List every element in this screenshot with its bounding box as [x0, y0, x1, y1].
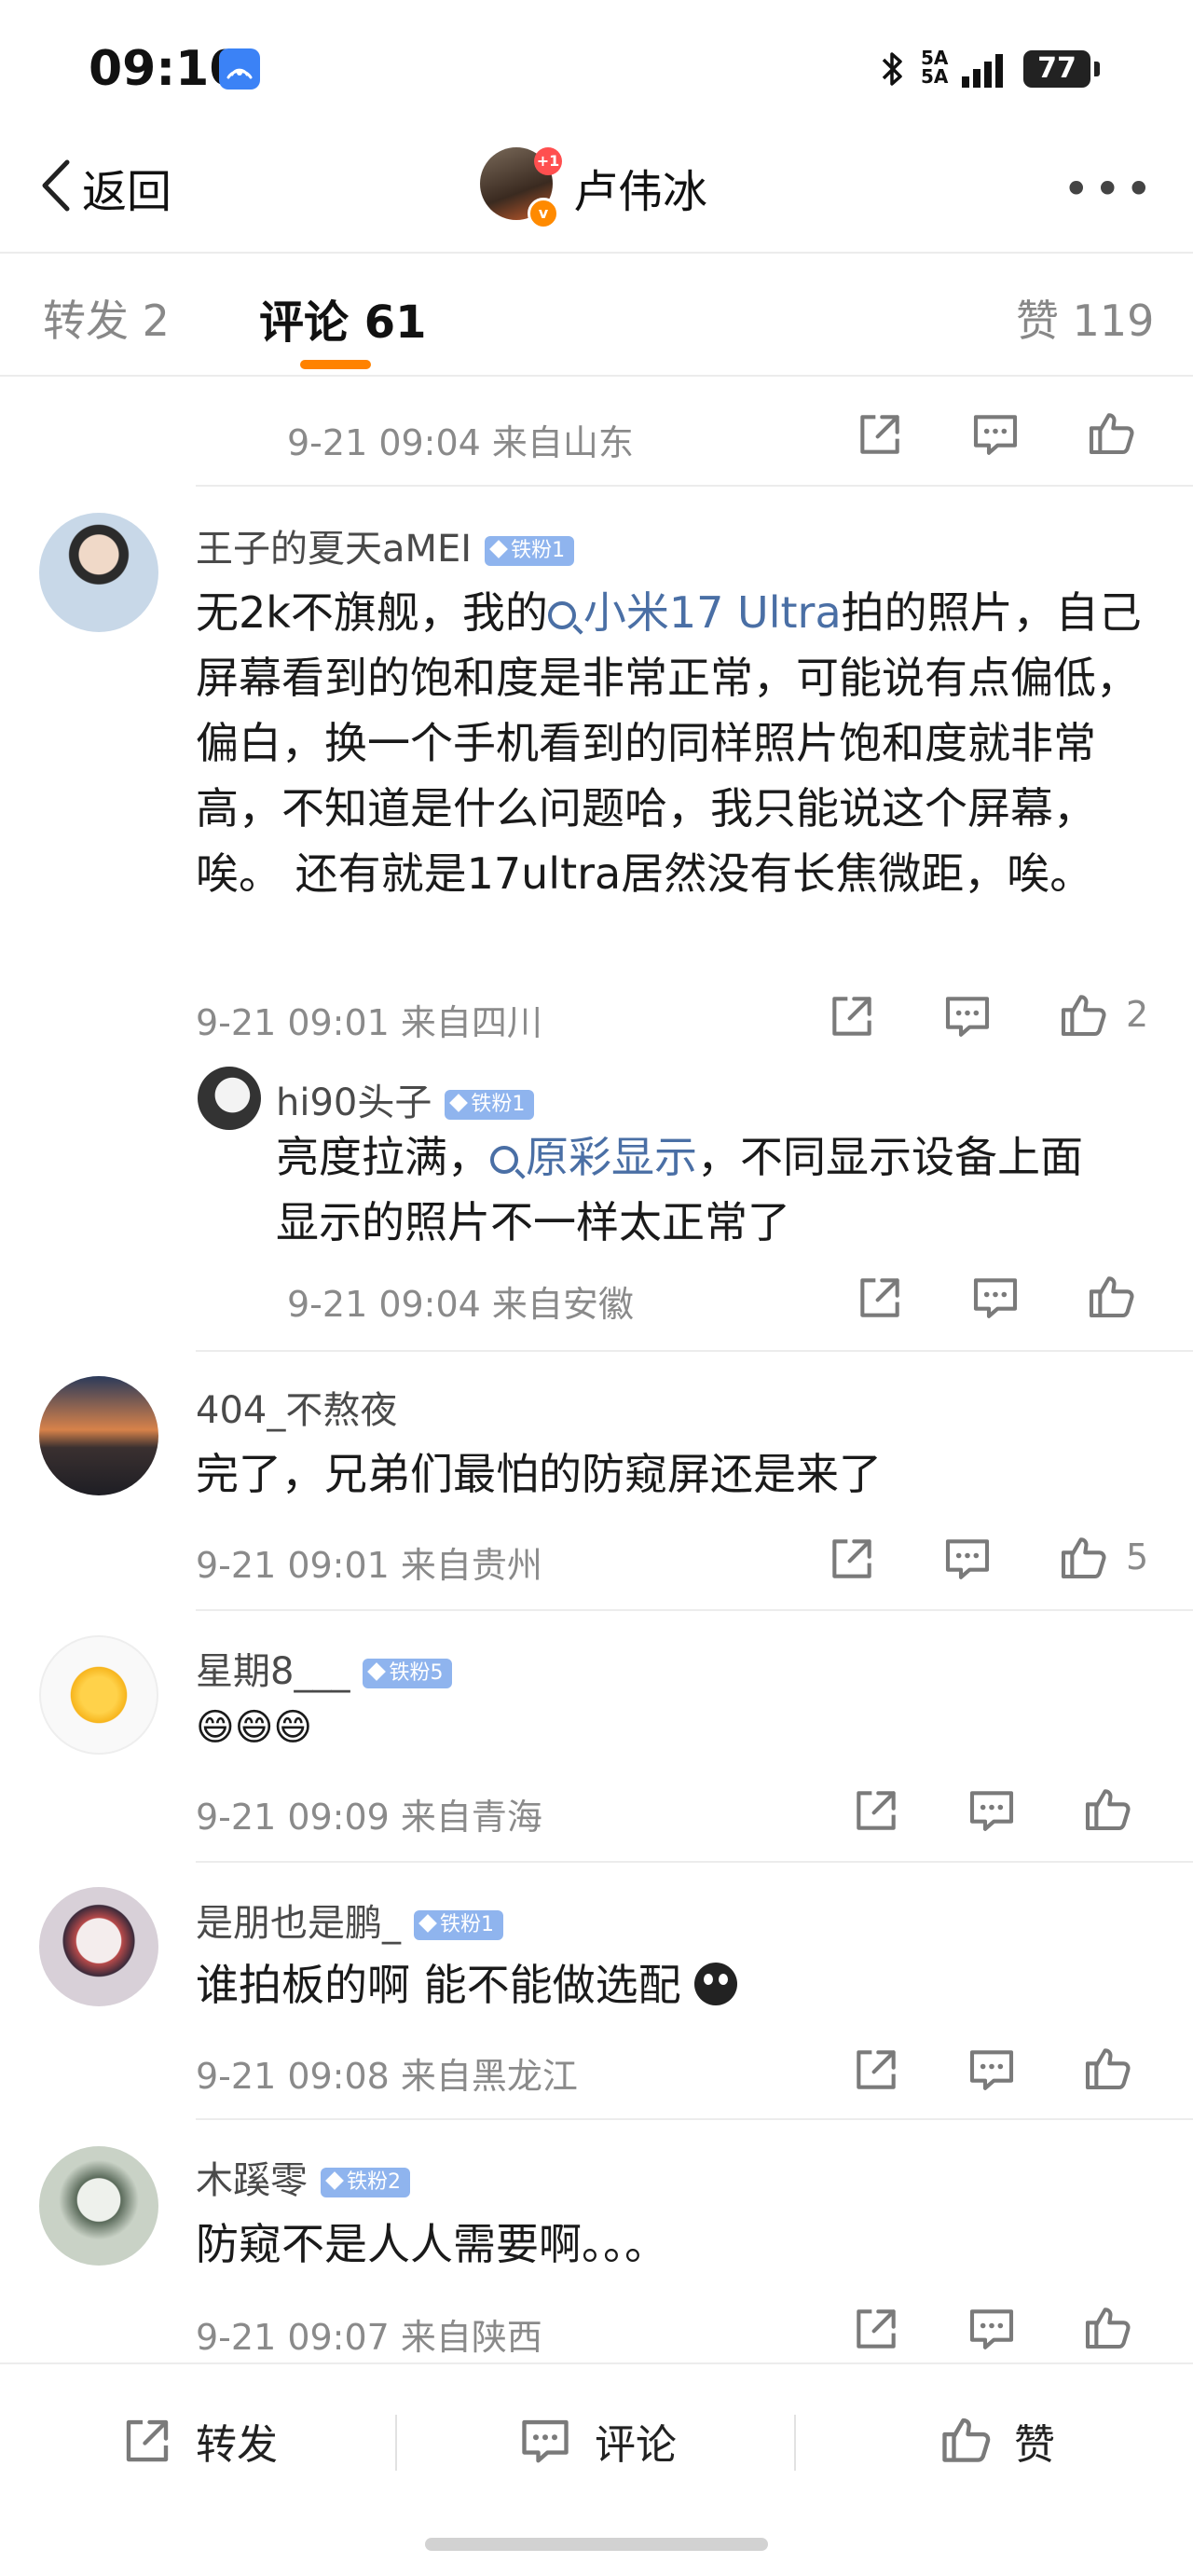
share-icon[interactable]: [119, 2413, 175, 2469]
user-avatar[interactable]: [39, 1376, 158, 1495]
user-avatar[interactable]: [39, 1635, 158, 1755]
comment-meta: 9-21 09:01 来自贵州: [196, 1545, 542, 1586]
comment-text: 完了，兄弟们最怕的防窥屏还是来了: [196, 1449, 882, 1499]
comment-author[interactable]: 是朋也是鹏_ 铁粉1: [196, 1893, 503, 1947]
comment-author[interactable]: 404_不熬夜: [196, 1380, 397, 1434]
topic-link[interactable]: 原彩显示: [490, 1132, 697, 1182]
cast-icon: [219, 48, 260, 90]
search-icon: [490, 1146, 518, 1174]
share-icon[interactable]: [826, 990, 878, 1042]
like-icon[interactable]: [1081, 2301, 1133, 2353]
comment-icon[interactable]: [941, 990, 994, 1042]
like-count: 5: [1126, 1536, 1149, 1577]
fan-badge: 铁粉1: [414, 1910, 503, 1940]
network-label: 5A 5A: [921, 47, 949, 88]
home-indicator[interactable]: [425, 2538, 768, 2551]
reply-author[interactable]: hi90头子 铁粉1: [276, 1072, 535, 1126]
shocked-emoji-icon: [693, 1963, 737, 2005]
fan-badge: 铁粉2: [321, 2168, 410, 2197]
signal-icon: [960, 52, 1008, 90]
fan-badge: 铁粉1: [485, 536, 575, 566]
divider: [395, 2415, 397, 2471]
comment-meta: 9-21 09:09 来自青海: [196, 1797, 542, 1838]
share-icon[interactable]: [854, 408, 906, 461]
comment-emoji: 😄😄😄: [196, 1706, 313, 1749]
like-icon[interactable]: [1085, 406, 1137, 459]
back-chevron-icon[interactable]: [37, 155, 78, 216]
like-icon[interactable]: [1057, 988, 1109, 1040]
verified-badge-icon: v: [528, 198, 559, 229]
user-avatar[interactable]: [198, 1067, 261, 1130]
comment-icon[interactable]: [969, 408, 1022, 461]
comment-meta: 9-21 09:07 来自陕西: [196, 2317, 542, 2358]
reply-meta: 9-21 09:04 来自安徽: [287, 1284, 634, 1325]
search-icon: [547, 601, 576, 629]
like-icon[interactable]: [1057, 1531, 1109, 1583]
user-avatar[interactable]: [39, 513, 158, 632]
like-icon[interactable]: [1081, 1783, 1133, 1835]
comment-text: 防窥不是人人需要啊。。。: [196, 2219, 667, 2269]
reply-text: 亮度拉满， 原彩显示，不同显示设备上面显示的照片不一样太正常了: [276, 1132, 1083, 1247]
divider: [0, 375, 1193, 377]
user-avatar[interactable]: [39, 1887, 158, 2006]
divider: [196, 1861, 1193, 1863]
fan-badge: 铁粉1: [445, 1090, 535, 1120]
bottom-like-button[interactable]: 赞: [1014, 2411, 1055, 2471]
divider: [196, 1350, 1193, 1352]
share-icon[interactable]: [826, 1533, 878, 1585]
divider: [196, 485, 1193, 487]
like-icon[interactable]: [1085, 1270, 1137, 1322]
comment-icon[interactable]: [517, 2413, 573, 2469]
battery-indicator: 77: [1023, 50, 1100, 88]
bottom-comment-button[interactable]: 评论: [595, 2411, 677, 2471]
comment-author[interactable]: 王子的夏天aMEI 铁粉1: [196, 518, 575, 572]
tab-forward[interactable]: 转发 2: [43, 287, 170, 349]
share-icon[interactable]: [850, 2303, 902, 2355]
back-button[interactable]: 返回: [82, 155, 171, 220]
comment-meta: 9-21 09:08 来自黑龙江: [196, 2056, 578, 2097]
divider: [794, 2415, 796, 2471]
comment-meta: 9-21 09:04 来自山东: [287, 422, 634, 463]
comment-icon[interactable]: [941, 1533, 994, 1585]
more-options-icon[interactable]: •••: [1063, 162, 1156, 216]
divider: [0, 252, 1193, 254]
divider: [196, 1609, 1193, 1611]
topic-link[interactable]: 小米17 Ultra: [547, 587, 842, 638]
comment-icon[interactable]: [969, 1272, 1022, 1324]
comment-icon[interactable]: [966, 2044, 1018, 2096]
comment-author[interactable]: 木蹊零 铁粉2: [196, 2150, 410, 2204]
comment-icon[interactable]: [966, 1784, 1018, 1837]
tab-like[interactable]: 赞 119: [1016, 287, 1154, 349]
share-icon[interactable]: [850, 1784, 902, 1837]
like-icon[interactable]: [938, 2411, 994, 2467]
comment-icon[interactable]: [966, 2303, 1018, 2355]
share-icon[interactable]: [850, 2044, 902, 2096]
comment-text: 谁拍板的啊 能不能做选配: [196, 1952, 1146, 2018]
tab-comment[interactable]: 评论 61: [259, 285, 427, 351]
divider: [196, 2118, 1193, 2120]
like-icon[interactable]: [1081, 2042, 1133, 2094]
fan-badge: 铁粉5: [363, 1659, 453, 1688]
like-count: 2: [1126, 994, 1149, 1035]
comment-author[interactable]: 星期8___ 铁粉5: [196, 1641, 453, 1695]
active-tab-indicator: [300, 360, 371, 369]
comment-text: 无2k不旗舰，我的 小米17 Ultra拍的照片，自己屏幕看到的饱和度是非常正常，…: [196, 587, 1142, 899]
avatar-notification-badge: +1: [534, 147, 562, 175]
share-icon[interactable]: [854, 1272, 906, 1324]
comment-meta: 9-21 09:01 来自四川: [196, 1002, 542, 1043]
user-avatar[interactable]: [39, 2146, 158, 2266]
bottom-forward-button[interactable]: 转发: [196, 2411, 278, 2471]
page-title[interactable]: 卢伟冰: [573, 155, 707, 220]
bluetooth-icon: [878, 48, 906, 100]
